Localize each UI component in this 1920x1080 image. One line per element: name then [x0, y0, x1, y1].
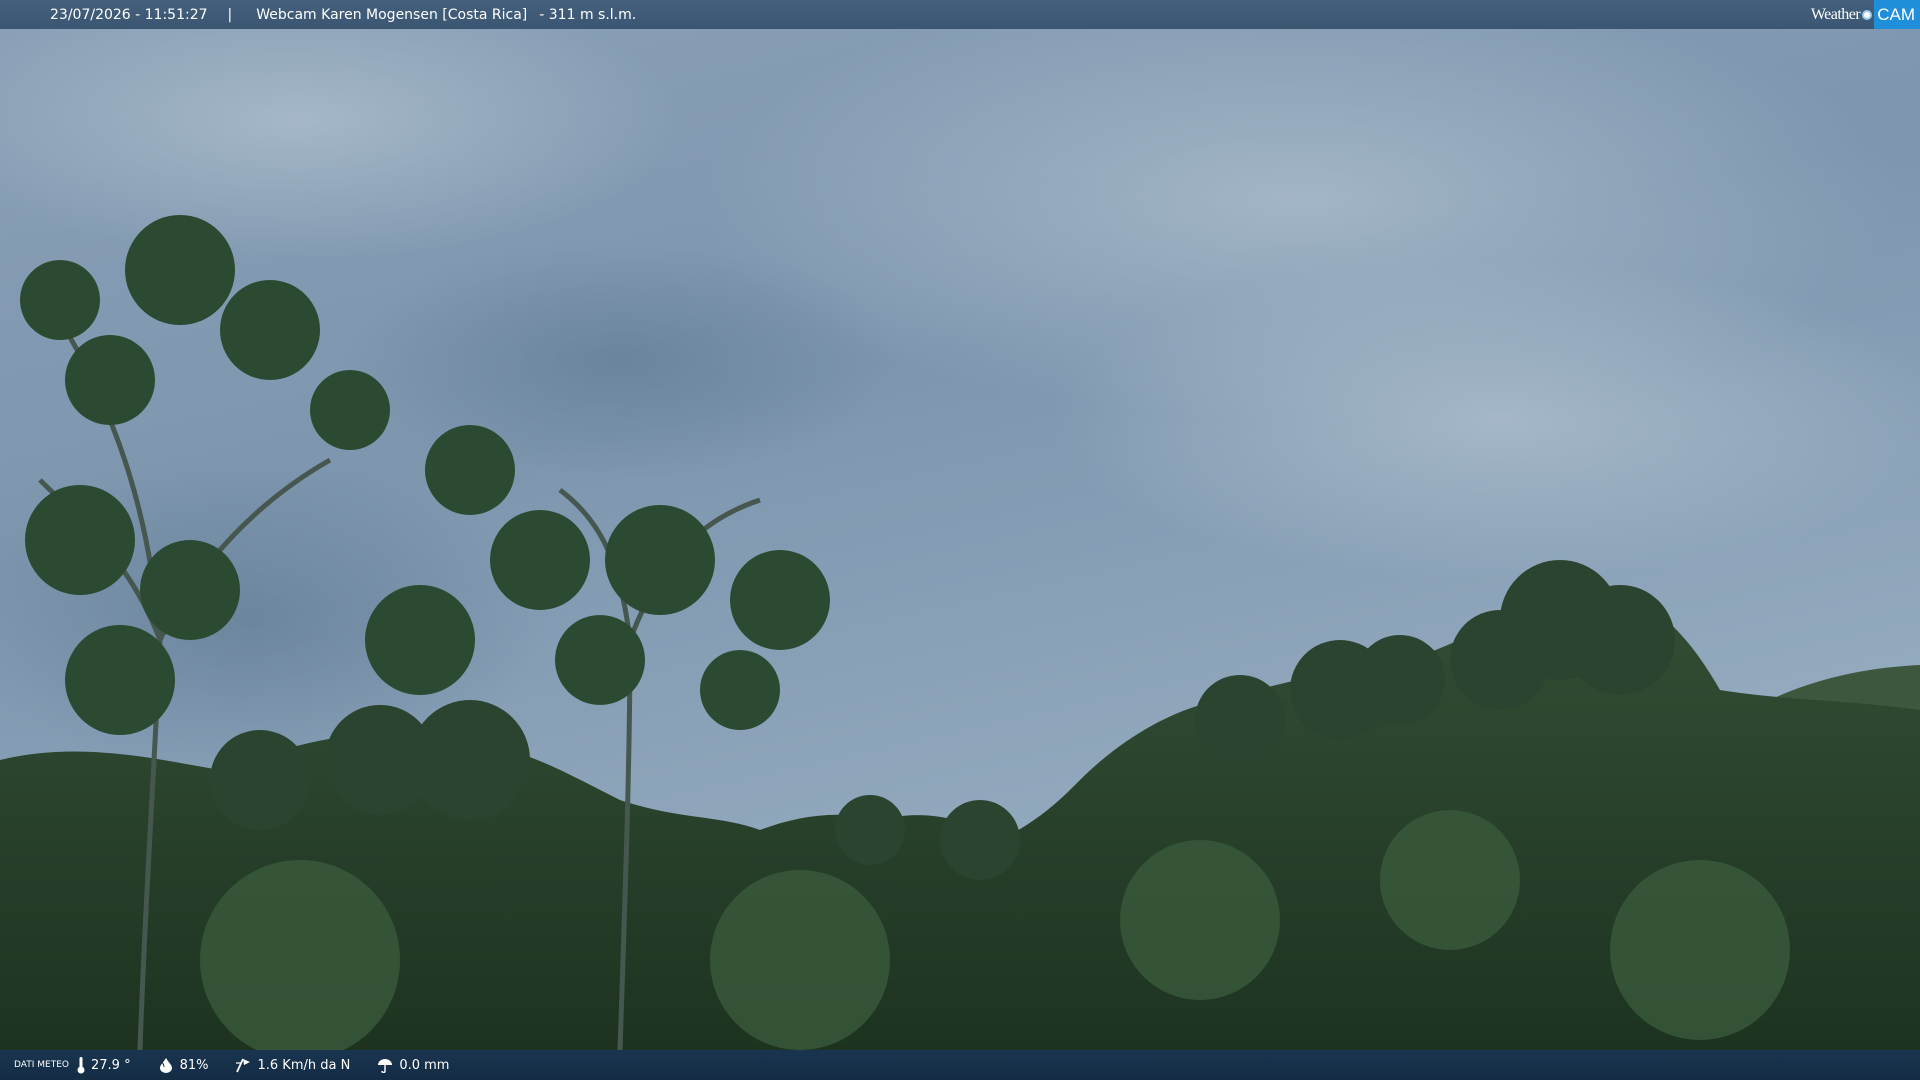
temperature-value: 27.9 °: [91, 1057, 131, 1073]
weather-data-bar: DATI METEO 27.9 ° 81% 1.6 Km/h da N 0.0 …: [0, 1050, 1920, 1080]
webcam-title: Webcam Karen Mogensen [Costa Rica]: [256, 6, 528, 23]
webcam-image: [0, 0, 1920, 1080]
altitude-label: - 311 m s.l.m.: [539, 6, 637, 23]
thermometer-icon: [77, 1057, 85, 1074]
header-bar: 23/07/2026 - 11:51:27 | Webcam Karen Mog…: [0, 0, 1920, 29]
humidity-icon: [159, 1058, 172, 1073]
weathercam-logo[interactable]: Weather CAM: [1807, 0, 1920, 29]
weather-data-label: DATI METEO: [14, 1060, 69, 1070]
rain-reading: 0.0 mm: [376, 1057, 449, 1073]
temperature-reading: 27.9 °: [76, 1056, 131, 1074]
rain-icon: [378, 1059, 393, 1073]
humidity-reading: 81%: [157, 1057, 209, 1073]
wind-icon: [236, 1058, 251, 1073]
logo-globe-icon: [1862, 9, 1873, 20]
rain-value: 0.0 mm: [399, 1057, 450, 1073]
wind-reading: 1.6 Km/h da N: [234, 1056, 350, 1074]
header-separator: |: [227, 6, 233, 23]
logo-cam-text: CAM: [1874, 0, 1920, 29]
wind-value: 1.6 Km/h da N: [257, 1057, 351, 1073]
logo-weather-text: Weather: [1810, 5, 1861, 23]
humidity-value: 81%: [179, 1057, 209, 1073]
datetime-label: 23/07/2026 - 11:51:27: [50, 6, 208, 23]
